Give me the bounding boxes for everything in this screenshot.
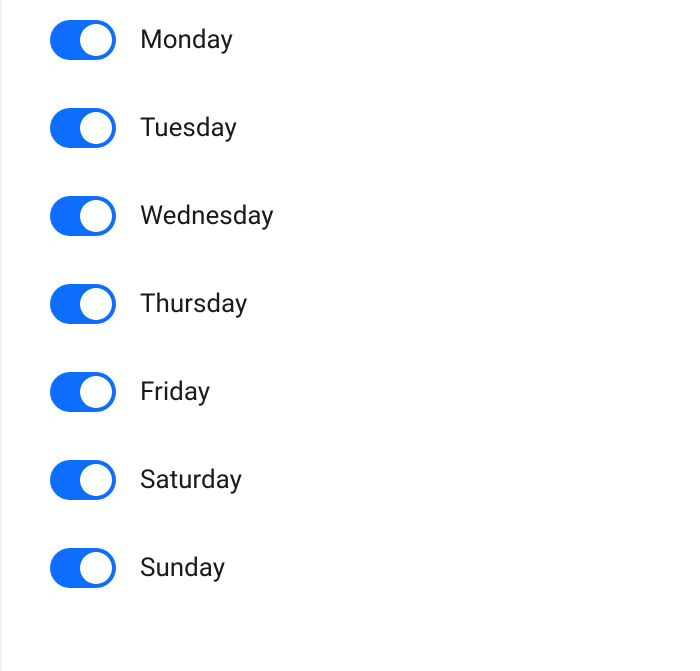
toggle-row-sunday: Sunday <box>50 548 700 588</box>
toggle-label-monday: Monday <box>140 25 233 55</box>
toggle-knob-icon <box>80 376 112 408</box>
toggle-row-monday: Monday <box>50 20 700 60</box>
toggle-row-tuesday: Tuesday <box>50 108 700 148</box>
toggle-thursday[interactable] <box>50 284 116 324</box>
toggle-knob-icon <box>80 200 112 232</box>
toggle-label-tuesday: Tuesday <box>140 113 237 143</box>
toggle-knob-icon <box>80 464 112 496</box>
toggle-row-friday: Friday <box>50 372 700 412</box>
toggle-row-wednesday: Wednesday <box>50 196 700 236</box>
toggle-knob-icon <box>80 112 112 144</box>
toggle-saturday[interactable] <box>50 460 116 500</box>
toggle-row-saturday: Saturday <box>50 460 700 500</box>
toggle-label-friday: Friday <box>140 377 210 407</box>
toggle-knob-icon <box>80 24 112 56</box>
toggle-monday[interactable] <box>50 20 116 60</box>
toggle-knob-icon <box>80 288 112 320</box>
toggle-label-sunday: Sunday <box>140 553 225 583</box>
toggle-label-thursday: Thursday <box>140 289 247 319</box>
toggle-friday[interactable] <box>50 372 116 412</box>
toggle-row-thursday: Thursday <box>50 284 700 324</box>
toggle-label-saturday: Saturday <box>140 465 242 495</box>
toggle-sunday[interactable] <box>50 548 116 588</box>
toggle-tuesday[interactable] <box>50 108 116 148</box>
toggle-label-wednesday: Wednesday <box>140 201 274 231</box>
toggle-knob-icon <box>80 552 112 584</box>
day-toggle-list: Monday Tuesday Wednesday Thursday Friday… <box>50 20 700 588</box>
toggle-wednesday[interactable] <box>50 196 116 236</box>
